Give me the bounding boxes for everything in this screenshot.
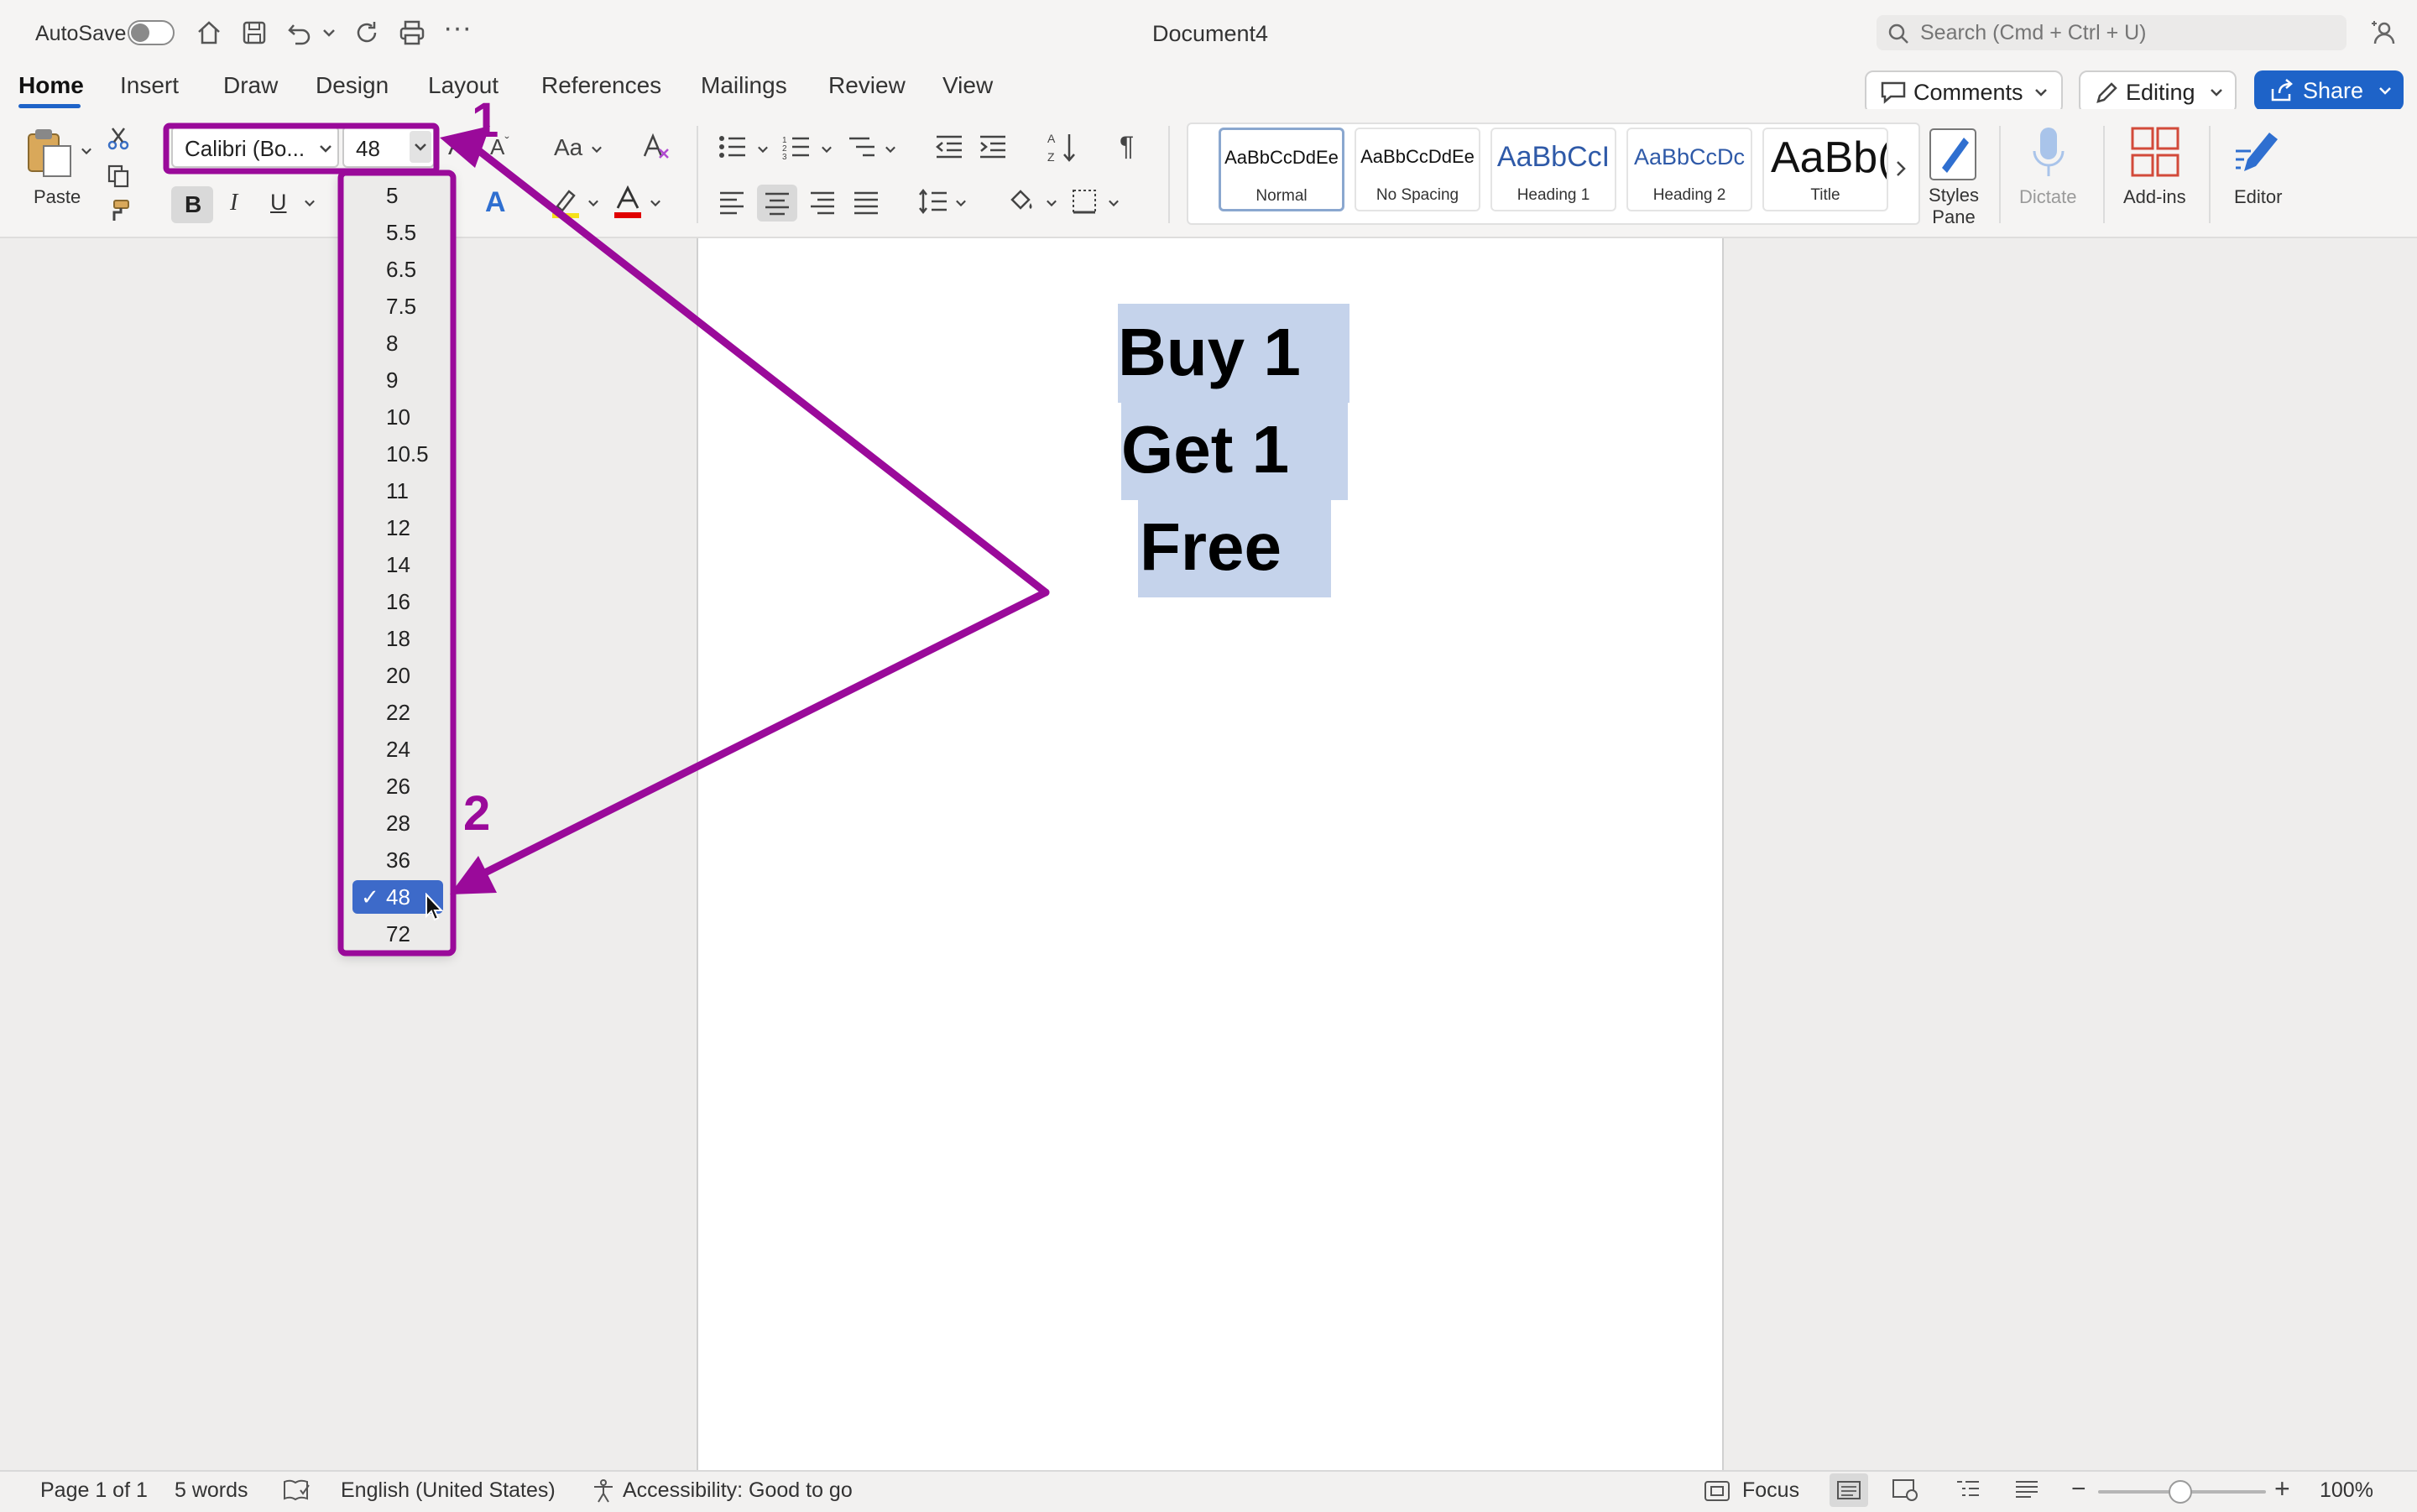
annotation-step-1: 1 [472,93,499,148]
print-layout-icon [1837,1481,1861,1499]
annotation-overlay [163,123,1050,957]
annotation-step-2: 2 [463,786,491,841]
zoom-in-icon[interactable]: + [2274,1473,2290,1504]
zoom-out-icon[interactable]: − [2071,1475,2086,1504]
print-layout-view-button[interactable] [1830,1473,1868,1507]
annotation-arrow-line [471,588,1050,882]
accessibility-status[interactable]: Accessibility: Good to go [623,1478,853,1503]
zoom-level[interactable]: 100% [2320,1478,2373,1503]
page-count[interactable]: Page 1 of 1 [40,1478,148,1503]
outline-view-icon[interactable] [1955,1478,1981,1500]
annotation-arrowhead [450,856,497,894]
web-layout-icon[interactable] [1892,1478,1918,1502]
accessibility-icon[interactable] [591,1478,616,1504]
proofing-book-icon[interactable] [282,1478,311,1502]
mouse-cursor-icon [425,893,444,921]
annotation-box-font-size [163,123,440,175]
focus-icon[interactable] [1704,1480,1731,1502]
focus-label[interactable]: Focus [1742,1478,1799,1503]
zoom-slider-thumb[interactable] [2169,1480,2192,1504]
annotation-arrow-line [471,143,1050,597]
draft-view-icon[interactable] [2014,1478,2039,1500]
word-count[interactable]: 5 words [175,1478,248,1503]
language-status[interactable]: English (United States) [341,1478,556,1503]
annotation-box-dropdown [337,169,457,957]
